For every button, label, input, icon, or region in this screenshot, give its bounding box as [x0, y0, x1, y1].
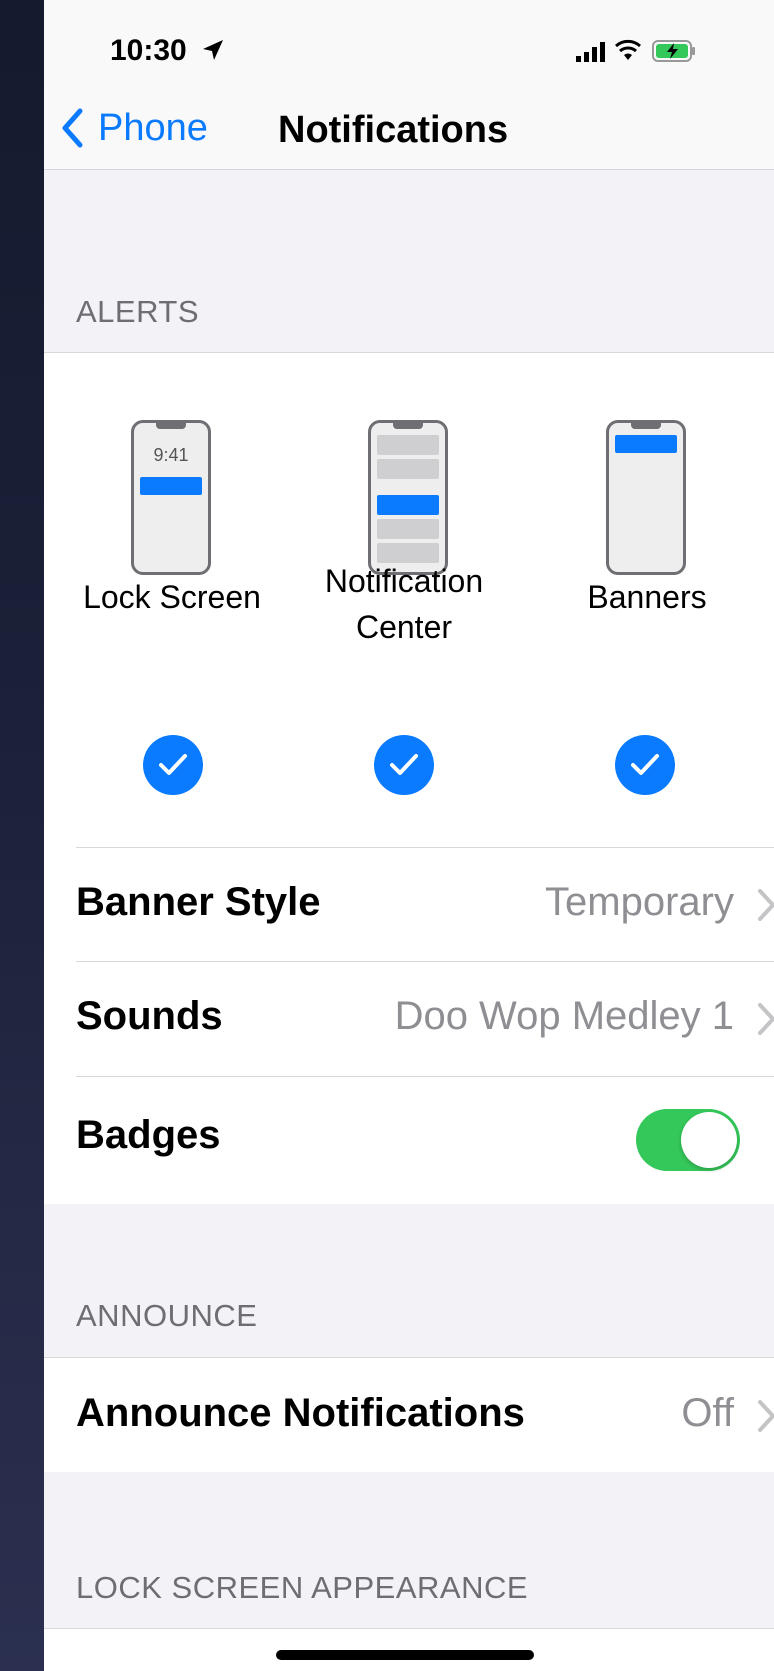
badges-toggle[interactable] [636, 1109, 740, 1171]
home-indicator[interactable] [276, 1650, 534, 1660]
wifi-icon [615, 39, 641, 60]
section-header-announce: ANNOUNCE [76, 1298, 258, 1333]
sounds-label: Sounds [76, 994, 223, 1038]
alert-label-notification-center-line1: Notification [324, 563, 484, 599]
alert-label-notification-center-line2: Center [355, 609, 453, 645]
chevron-left-icon [62, 108, 83, 148]
lock-screen-preview-time: 9:41 [153, 445, 189, 465]
alert-label-lock-screen: Lock Screen [83, 579, 261, 615]
announce-notifications-value: Off [681, 1391, 734, 1435]
divider [44, 352, 774, 353]
status-time: 10:30 [110, 34, 187, 67]
chevron-right-icon [758, 889, 774, 921]
cellular-signal-icon [576, 42, 605, 62]
section-header-lock-screen-appearance: LOCK SCREEN APPEARANCE [76, 1570, 529, 1605]
banner-style-label: Banner Style [76, 880, 321, 924]
alert-label-banners: Banners [587, 579, 707, 615]
announce-notifications-row[interactable]: Announce Notifications Off [44, 1357, 774, 1472]
lock-screen-checkmark-icon[interactable] [143, 735, 203, 795]
banner-style-row[interactable]: Banner Style Temporary [44, 848, 774, 961]
sounds-value: Doo Wop Medley 1 [394, 994, 734, 1038]
phone-screen: 10:30 Phone Notifications ALERTS 9:41 Lo… [44, 0, 774, 1671]
announce-notifications-label: Announce Notifications [76, 1391, 525, 1435]
section-header-alerts: ALERTS [76, 294, 200, 329]
navigation-bar: Phone Notifications [44, 95, 774, 170]
location-arrow-icon [203, 40, 223, 60]
toggle-knob [681, 1112, 737, 1168]
chevron-right-icon [758, 1003, 774, 1035]
alerts-card: 9:41 Lock Screen Notification Center Ban… [44, 352, 774, 1204]
banner-style-value: Temporary [545, 880, 734, 924]
back-button[interactable]: Phone [60, 103, 208, 153]
chevron-right-icon [758, 1400, 774, 1432]
sounds-row[interactable]: Sounds Doo Wop Medley 1 [44, 962, 774, 1075]
page-title: Notifications [278, 109, 509, 151]
banners-checkmark-icon[interactable] [615, 735, 675, 795]
notification-center-checkmark-icon[interactable] [374, 735, 434, 795]
badges-label: Badges [76, 1113, 221, 1157]
banners-preview-icon [606, 420, 686, 575]
back-button-label: Phone [98, 106, 208, 149]
lock-screen-preview-icon: 9:41 [131, 420, 211, 575]
status-bar: 10:30 [44, 0, 774, 95]
announce-card: Announce Notifications Off [44, 1357, 774, 1472]
badges-row: Badges [44, 1077, 774, 1204]
battery-charging-icon [652, 40, 695, 62]
notification-center-preview-icon [368, 420, 448, 575]
divider [44, 1628, 774, 1629]
